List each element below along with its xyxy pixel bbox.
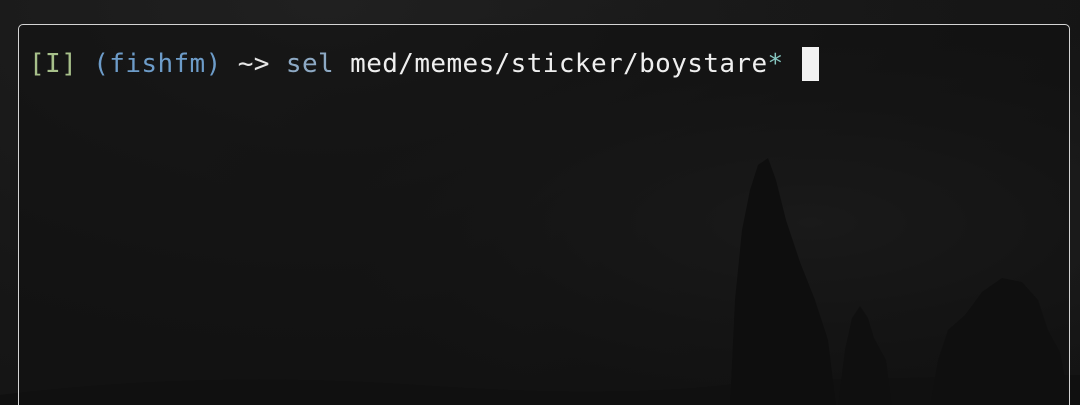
vi-mode-indicator: [I] — [29, 49, 78, 79]
command-prompt-line[interactable]: [I] (fishfm) ~> sel med/memes/sticker/bo… — [29, 47, 819, 81]
desktop-screen: [I] (fishfm) ~> sel med/memes/sticker/bo… — [0, 0, 1080, 405]
glob-wildcard: * — [767, 49, 784, 79]
command-text: sel — [285, 49, 335, 79]
virtualenv-label: (fishfm) — [93, 49, 222, 79]
block-cursor-icon — [801, 47, 819, 81]
argument-path: med/memes/sticker/boystare — [350, 49, 768, 79]
terminal-window[interactable]: [I] (fishfm) ~> sel med/memes/sticker/bo… — [18, 24, 1070, 405]
prompt-arrow: ~> — [237, 49, 270, 79]
